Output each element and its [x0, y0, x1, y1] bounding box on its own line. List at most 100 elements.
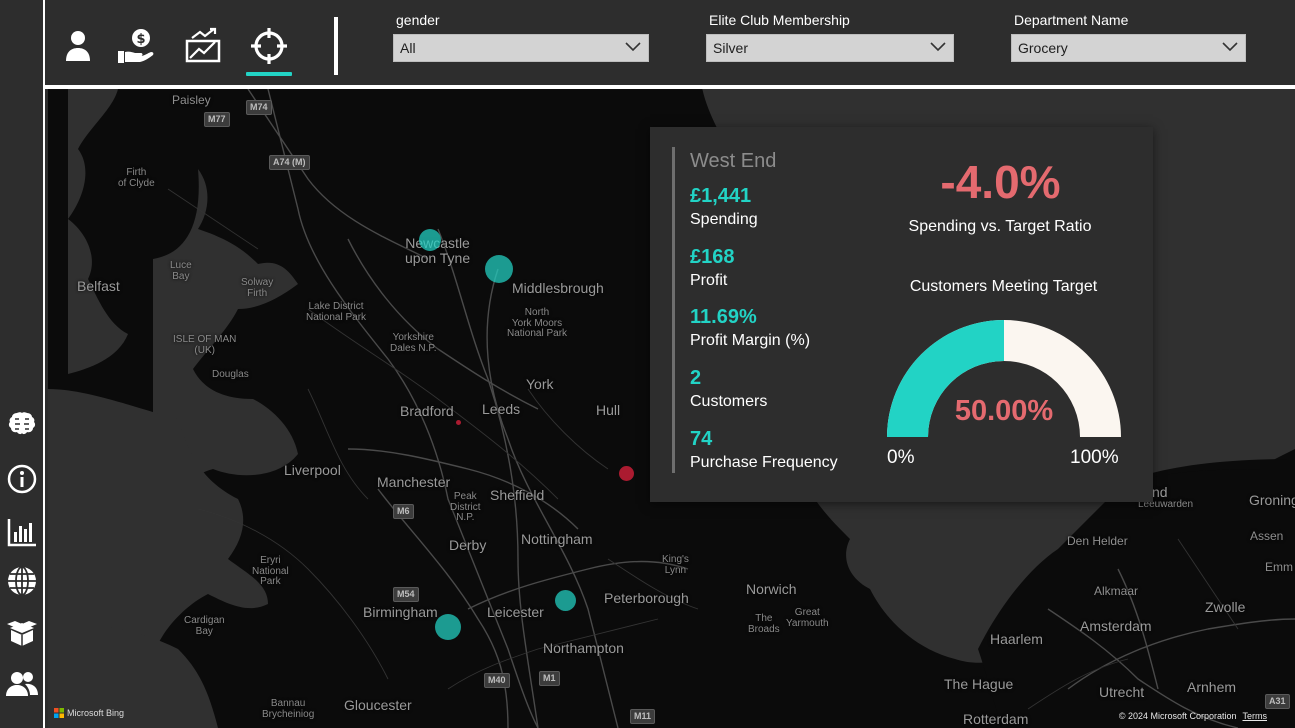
gender-filter: gender All	[393, 12, 649, 62]
map-label-amsterdam: Amsterdam	[1080, 618, 1152, 634]
map-label-gloucester: Gloucester	[344, 697, 412, 713]
map-label-nd: nd	[1152, 484, 1168, 500]
map-label-york: York	[526, 376, 554, 392]
map-label-groningen: Groninge	[1249, 492, 1295, 508]
map-label-arnhem: Arnhem	[1187, 679, 1237, 695]
road-shield-m77: M77	[204, 112, 230, 127]
map-label-hull: Hull	[596, 402, 621, 418]
map-label-douglas: Douglas	[212, 369, 249, 380]
map-label-zwolle: Zwolle	[1205, 599, 1246, 615]
map-label-middlesbrough: Middlesbrough	[512, 280, 604, 296]
microsoft-logo-icon	[54, 708, 64, 718]
gauge-max-label: 100%	[1070, 447, 1119, 468]
department-select[interactable]: Grocery	[1011, 34, 1246, 62]
map-label-alkmaar: Alkmaar	[1094, 584, 1139, 598]
road-shield-m54: M54	[393, 587, 419, 602]
road-shield-m40: M40	[484, 673, 510, 688]
map-label-paisley: Paisley	[172, 93, 211, 107]
left-nav	[0, 0, 45, 728]
copyright-text: © 2024 Microsoft Corporation	[1118, 711, 1237, 721]
gauge-min-label: 0%	[887, 447, 915, 468]
metric-profit-margin: 11.69% Profit Margin (%)	[690, 306, 810, 350]
map-label-nottingham: Nottingham	[521, 531, 593, 547]
membership-select-value: Silver	[713, 40, 749, 56]
map-label-peak-district: Peak District N.P.	[450, 491, 481, 523]
location-tooltip: West End £1,441 Spending £168 Profit 11.…	[650, 127, 1153, 502]
metric-value: 2	[690, 367, 702, 389]
bing-attribution: Microsoft Bing	[54, 708, 124, 718]
person-icon[interactable]	[56, 24, 100, 68]
map-label-belfast: Belfast	[77, 278, 120, 294]
map-bubble-middlesbrough[interactable]	[485, 255, 513, 283]
spending-target-ratio-label: Spending vs. Target Ratio	[908, 218, 1092, 235]
road-shield-m1: M1	[539, 671, 560, 686]
metric-label: Customers	[690, 393, 768, 410]
map-label-sheffield: Sheffield	[490, 487, 545, 503]
map-label-peterborough: Peterborough	[604, 590, 689, 606]
bar-chart-icon[interactable]	[4, 514, 40, 550]
metric-value: 74	[690, 428, 713, 450]
metric-label: Spending	[690, 211, 758, 228]
top-bar: $ gender All Elite Club Membership Silve…	[47, 0, 1295, 86]
road-shield-a74m: A74 (M)	[269, 155, 310, 170]
trend-chart-icon[interactable]	[181, 24, 225, 68]
svg-text:$: $	[136, 32, 145, 47]
map-label-utrecht: Utrecht	[1099, 684, 1145, 700]
chevron-down-icon	[1222, 42, 1238, 52]
membership-filter: Elite Club Membership Silver	[706, 12, 954, 62]
map-label-liverpool: Liverpool	[284, 462, 341, 478]
chevron-down-icon	[930, 42, 946, 52]
map-label-isle-of-man: ISLE OF MAN (UK)	[173, 334, 237, 356]
map-bubble-leicester-east[interactable]	[555, 590, 576, 611]
map-label-cardigan-bay: Cardigan Bay	[184, 615, 225, 637]
globe-icon[interactable]	[4, 563, 40, 599]
map-label-northampton: Northampton	[543, 640, 624, 656]
gauge-title: Customers Meeting Target	[909, 278, 1098, 295]
brain-icon[interactable]	[4, 406, 40, 442]
map-label-great-yarmouth: Great Yarmouth	[786, 607, 829, 629]
tooltip-location: West End	[690, 150, 777, 172]
map-label-rotterdam: Rotterdam	[963, 711, 1029, 727]
map-label-eryri: Eryri National Park	[252, 555, 289, 587]
department-filter-label: Department Name	[1014, 12, 1129, 28]
metric-value: £1,441	[690, 185, 752, 207]
map-bubble-bradford[interactable]	[456, 420, 461, 425]
map-copyright: © 2024 Microsoft Corporation Terms	[1119, 711, 1267, 721]
toolbar-divider	[334, 17, 338, 75]
map-label-the-hague: The Hague	[944, 676, 1014, 692]
box-icon[interactable]	[4, 614, 40, 650]
map-label-bannau-brycheiniog: Bannau Brycheiniog	[262, 698, 315, 720]
hand-money-icon[interactable]: $	[114, 24, 158, 68]
membership-select[interactable]: Silver	[706, 34, 954, 62]
map-label-lake-district: Lake District National Park	[306, 301, 367, 323]
map-bubble-hull-coast[interactable]	[619, 466, 634, 481]
metric-label: Profit	[690, 272, 728, 289]
metric-spending: £1,441 Spending	[690, 185, 758, 229]
map-label-den-helder: Den Helder	[1067, 534, 1128, 548]
spending-target-ratio-value: -4.0%	[940, 156, 1061, 208]
membership-filter-label: Elite Club Membership	[709, 12, 850, 28]
metric-purchase-frequency: 74 Purchase Frequency	[690, 428, 838, 472]
metric-value: £168	[690, 246, 735, 268]
map-label-leicester: Leicester	[487, 604, 544, 620]
map-bubble-birmingham[interactable]	[435, 614, 461, 640]
dashboard: $ gender All Elite Club Membership Silve…	[0, 0, 1295, 728]
gender-select[interactable]: All	[393, 34, 649, 62]
crosshair-icon[interactable]	[246, 24, 292, 76]
info-icon[interactable]	[4, 461, 40, 497]
map-label-haarlem: Haarlem	[990, 631, 1043, 647]
chevron-down-icon	[625, 42, 641, 52]
map-bubble-newcastle[interactable]	[419, 229, 441, 251]
map-label-emm: Emm	[1265, 560, 1293, 574]
gauge-value: 50.00%	[954, 395, 1054, 427]
users-icon[interactable]	[4, 666, 40, 702]
metric-label: Profit Margin (%)	[690, 332, 811, 349]
metric-value: 11.69%	[690, 306, 757, 328]
map-label-solway-firth: Solway Firth	[241, 277, 274, 299]
road-shield-m6: M6	[393, 504, 414, 519]
map-label-assen: Assen	[1250, 529, 1284, 543]
gender-select-value: All	[400, 40, 416, 56]
map-label-kings-lynn: King's Lynn	[662, 554, 689, 576]
department-filter: Department Name Grocery	[1011, 12, 1246, 62]
terms-link[interactable]: Terms	[1243, 711, 1268, 721]
